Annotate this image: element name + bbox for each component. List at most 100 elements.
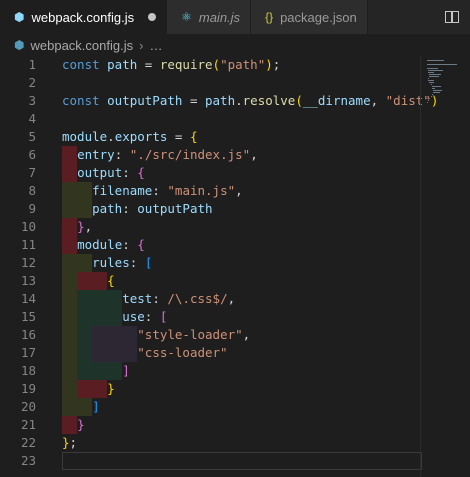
code-token: ( bbox=[295, 93, 303, 108]
code-token: module bbox=[62, 129, 108, 144]
tab-main-js[interactable]: ⚛ main.js bbox=[167, 0, 252, 34]
line-number: 15 bbox=[20, 309, 36, 324]
code-token: { bbox=[107, 273, 115, 288]
line-code: rules: [ bbox=[62, 254, 152, 272]
line-number: 17 bbox=[20, 345, 36, 360]
breadcrumb-more[interactable]: … bbox=[149, 38, 162, 53]
code-token: = bbox=[137, 57, 160, 72]
code-line[interactable]: 20 ] bbox=[0, 398, 420, 416]
code-line[interactable]: 5 module.exports = { bbox=[0, 128, 420, 146]
code-token: : bbox=[152, 183, 168, 198]
line-code: const outputPath = path.resolve(__dirnam… bbox=[62, 92, 438, 110]
line-number: 21 bbox=[20, 417, 36, 432]
code-line[interactable]: 1 const path = require("path"); bbox=[0, 56, 420, 74]
minimap-line bbox=[429, 98, 430, 99]
line-code: module.exports = { bbox=[62, 128, 197, 146]
line-number: 10 bbox=[20, 219, 36, 234]
line-number: 4 bbox=[28, 111, 36, 126]
line-code: }, bbox=[62, 218, 92, 236]
code-token: = bbox=[182, 93, 205, 108]
code-token: , bbox=[235, 183, 243, 198]
tab-label: package.json bbox=[280, 9, 357, 25]
line-number: 18 bbox=[20, 363, 36, 378]
code-line[interactable]: 4 bbox=[0, 110, 420, 128]
code-token: : bbox=[152, 291, 168, 306]
code-editor[interactable]: 1 const path = require("path"); 2 3 const ou… bbox=[0, 56, 438, 477]
tab-bar: ⬢ webpack.config.js ⚛ main.js {} package… bbox=[0, 0, 470, 34]
minimap-line bbox=[430, 84, 432, 85]
breadcrumb-file[interactable]: webpack.config.js bbox=[30, 38, 133, 53]
code-token: module bbox=[77, 237, 123, 252]
code-line[interactable]: 19 } bbox=[0, 380, 420, 398]
minimap-line bbox=[428, 70, 443, 71]
code-token: ) bbox=[265, 57, 273, 72]
line-number: 3 bbox=[28, 93, 36, 108]
code-token: path bbox=[92, 201, 123, 216]
line-number: 23 bbox=[20, 453, 36, 468]
code-token: [ bbox=[144, 255, 153, 270]
code-line[interactable]: 9 path: outputPath bbox=[0, 200, 420, 218]
code-token: : bbox=[144, 309, 160, 324]
code-line[interactable]: 21 } bbox=[0, 416, 420, 434]
minimap-line bbox=[427, 60, 445, 61]
code-line[interactable]: 22}; bbox=[0, 434, 420, 452]
line-code: "style-loader", bbox=[62, 326, 250, 344]
split-editor-button[interactable] bbox=[434, 0, 470, 34]
line-code: const path = require("path"); bbox=[62, 56, 280, 74]
line-code: test: /\.css$/, bbox=[62, 290, 235, 308]
tab-webpack-config[interactable]: ⬢ webpack.config.js bbox=[0, 0, 168, 34]
code-line[interactable]: 7 output: { bbox=[0, 164, 420, 182]
code-line[interactable]: 2 bbox=[0, 74, 420, 92]
code-token: , bbox=[250, 147, 258, 162]
line-number: 5 bbox=[28, 129, 36, 144]
code-token: } bbox=[107, 381, 115, 396]
code-token: { bbox=[137, 165, 145, 180]
line-number: 20 bbox=[20, 399, 36, 414]
code-token: = bbox=[167, 129, 190, 144]
line-code: path: outputPath bbox=[62, 200, 212, 218]
code-line[interactable]: 18 ] bbox=[0, 362, 420, 380]
minimap-line bbox=[431, 94, 433, 95]
code-line[interactable]: 13 { bbox=[0, 272, 420, 290]
code-token: "css-loader" bbox=[137, 345, 228, 360]
code-line[interactable]: 8 filename: "main.js", bbox=[0, 182, 420, 200]
code-line[interactable]: 12 rules: [ bbox=[0, 254, 420, 272]
code-line[interactable]: 11 module: { bbox=[0, 236, 420, 254]
code-token: use bbox=[122, 309, 145, 324]
code-line[interactable]: 16 "style-loader", bbox=[0, 326, 420, 344]
code-token: rules bbox=[92, 255, 130, 270]
code-line[interactable]: 14 test: /\.css$/, bbox=[0, 290, 420, 308]
code-token: entry bbox=[77, 147, 115, 162]
code-line[interactable]: 15 use: [ bbox=[0, 308, 420, 326]
tab-label: webpack.config.js bbox=[31, 9, 135, 25]
line-number: 1 bbox=[28, 57, 36, 72]
line-number: 13 bbox=[20, 273, 36, 288]
code-line[interactable]: 17 "css-loader" bbox=[0, 344, 420, 362]
code-token: } bbox=[77, 417, 85, 432]
code-token: { bbox=[137, 237, 145, 252]
code-line[interactable]: 3 const outputPath = path.resolve(__dirna… bbox=[0, 92, 438, 110]
unsaved-dot-icon[interactable] bbox=[148, 13, 157, 21]
webpack-icon: ⬢ bbox=[14, 38, 25, 52]
minimap-line bbox=[429, 74, 442, 75]
minimap-line bbox=[433, 90, 442, 91]
json-icon: {} bbox=[265, 10, 274, 24]
tab-package-json[interactable]: {} package.json bbox=[251, 0, 368, 34]
code-token: "style-loader" bbox=[137, 327, 243, 342]
minimap[interactable] bbox=[420, 56, 470, 477]
line-code: } bbox=[62, 380, 115, 398]
code-token: . bbox=[235, 93, 243, 108]
minimap-line bbox=[429, 76, 439, 77]
code-line[interactable]: 10 }, bbox=[0, 218, 420, 236]
code-line[interactable]: 6 entry: "./src/index.js", bbox=[0, 146, 420, 164]
code-token: ; bbox=[272, 57, 281, 72]
